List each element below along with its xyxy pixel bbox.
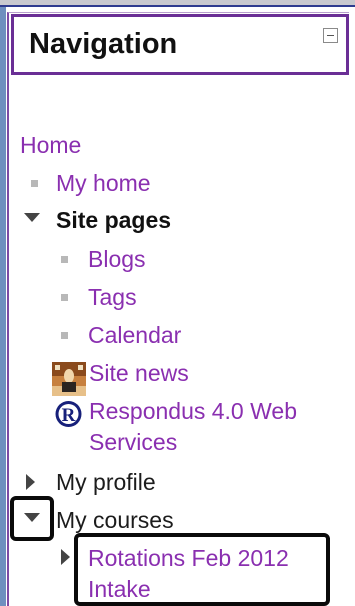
nav-site-pages[interactable]: Site pages — [56, 207, 171, 234]
nav-site-news-link[interactable]: Site news — [89, 360, 189, 387]
nav-respondus-link-line2[interactable]: Services — [89, 429, 177, 456]
expanded-arrow-icon[interactable] — [24, 213, 40, 222]
nav-my-courses[interactable]: My courses — [56, 507, 174, 534]
svg-text:R: R — [62, 405, 76, 426]
navigation-title: Navigation — [29, 28, 178, 60]
expanded-arrow-icon[interactable] — [24, 513, 40, 522]
collapsed-arrow-icon[interactable] — [61, 549, 70, 565]
nav-respondus-link-line1[interactable]: Respondus 4.0 Web — [89, 398, 297, 425]
nav-home-link[interactable]: Home — [20, 132, 81, 159]
page-left-edge — [0, 7, 6, 606]
respondus-r-icon: R — [51, 399, 86, 429]
bullet-icon — [61, 332, 68, 339]
nav-course-link-line2[interactable]: Intake — [88, 576, 151, 603]
nav-my-profile[interactable]: My profile — [56, 469, 156, 496]
news-icon — [52, 362, 86, 396]
nav-blogs-link[interactable]: Blogs — [88, 246, 146, 273]
collapse-icon[interactable] — [323, 28, 338, 43]
nav-course-link-line1[interactable]: Rotations Feb 2012 — [88, 545, 289, 572]
bullet-icon — [61, 294, 68, 301]
bullet-icon — [31, 180, 38, 187]
window-top-rule — [0, 5, 355, 7]
nav-calendar-link[interactable]: Calendar — [88, 322, 181, 349]
bullet-icon — [61, 256, 68, 263]
nav-tags-link[interactable]: Tags — [88, 284, 137, 311]
collapsed-arrow-icon[interactable] — [26, 474, 35, 490]
navigation-block-header: Navigation — [11, 14, 349, 75]
nav-my-home-link[interactable]: My home — [56, 170, 151, 197]
